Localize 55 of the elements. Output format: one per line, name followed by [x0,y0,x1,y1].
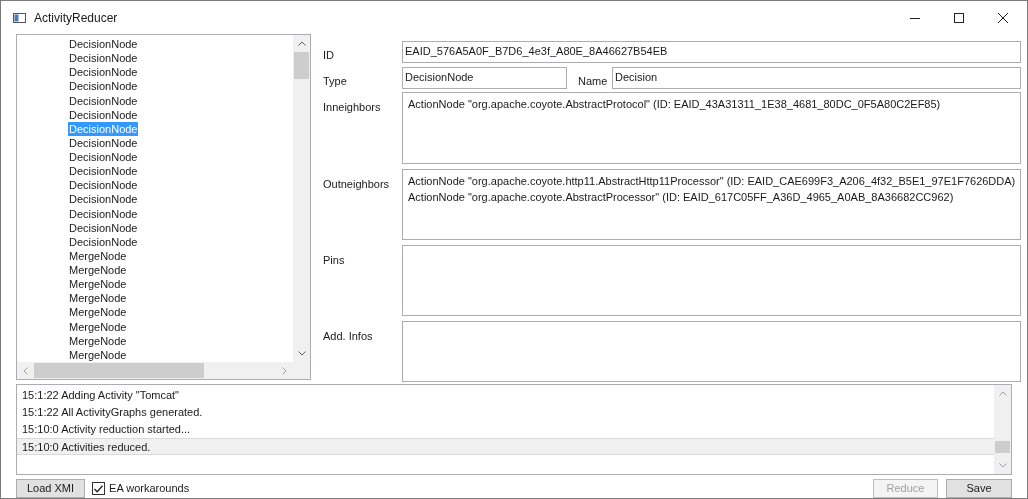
list-item[interactable]: MergeNode [68,347,128,362]
log-entry[interactable]: 15:1:22 All ActivityGraphs generated. [17,404,994,421]
list-item[interactable]: MergeNode [68,319,128,334]
list-item[interactable]: DecisionNode [68,164,139,179]
list-item[interactable]: DecisionNode [68,206,139,221]
app-icon [13,12,26,23]
log-entry[interactable]: 15:1:22 Adding Activity "Tomcat" [17,387,994,404]
scroll-thumb[interactable] [294,52,309,79]
list-item[interactable]: DecisionNode [68,79,139,94]
list-item[interactable]: MergeNode [68,277,128,292]
window-title: ActivityReducer [34,9,118,27]
list-item[interactable]: DecisionNode [68,65,139,80]
list-item[interactable]: MergeNode [68,263,128,278]
field-label: Pins [323,253,346,268]
text-field[interactable]: DecisionNode [402,66,567,89]
list-item[interactable]: DecisionNode [68,192,139,207]
ea-workarounds-label: EA workarounds [109,481,190,497]
text-area[interactable]: ActionNode "org.apache.coyote.AbstractProtocol" (ID: EAID_43A31311_1E38_4681_80DC_0F5A80C2EF85) [402,92,1022,164]
log-entry[interactable]: 15:10:0 Activities reduced. [17,438,994,455]
field-label: Inneighbors [323,100,382,115]
save-button[interactable]: Save [946,479,1012,498]
close-icon [998,12,1008,23]
neighbor-entry: ActionNode "org.apache.coyote.AbstractProcessor" (ID: EAID_617C05FF_A36D_4965_A0AB_8A36682CC962) [408,190,954,204]
scroll-thumb[interactable] [34,363,204,378]
field-label: Add. Infos [323,329,374,344]
list-item[interactable]: MergeNode [68,291,128,306]
vertical-scrollbar[interactable] [994,385,1011,474]
maximize-icon [954,12,964,23]
scroll-thumb[interactable] [995,441,1010,453]
load-xmi-button[interactable]: Load XMI [16,479,86,498]
field-label: ID [323,48,335,63]
list-item[interactable]: DecisionNode [68,220,139,235]
field-label: Outneighbors [323,177,391,192]
checkbox[interactable] [92,482,106,495]
horizontal-scrollbar[interactable] [17,362,310,379]
list-item[interactable]: MergeNode [68,305,128,320]
list-item[interactable]: DecisionNode [68,135,139,150]
neighbor-entry: ActionNode "org.apache.coyote.AbstractProtocol" (ID: EAID_43A31311_1E38_4681_80DC_0F5A80C2EF85) [408,97,941,111]
list-item[interactable]: DecisionNode [68,150,139,165]
list-item[interactable]: DecisionNode [68,178,139,193]
list-item[interactable]: MergeNode [68,333,128,348]
list-item[interactable]: MergeNode [68,248,128,263]
text-field[interactable]: Decision [612,66,1022,89]
list-item[interactable]: DecisionNode [68,37,139,52]
log-entry[interactable]: 15:10:0 Activity reduction started... [17,421,994,438]
list-item[interactable]: DecisionNode [68,107,139,122]
vertical-scrollbar[interactable] [293,35,310,362]
list-item[interactable]: DecisionNode [68,93,139,108]
field-label: Type [323,73,348,89]
list-item[interactable]: DecisionNode [68,234,139,249]
text-field[interactable]: EAID_576A5A0F_B7D6_4e3f_A80E_8A46627B54EB [402,41,1022,63]
list-item[interactable]: DecisionNode [68,51,139,66]
field-label: Name [578,73,609,89]
text-area[interactable] [402,169,1022,240]
neighbor-entry: ActionNode "org.apache.coyote.http11.AbstractHttp11Processor" (ID: EAID_CAE699F3_A206_4f32_B5E1_97E1F7626DDA) [408,174,1016,188]
